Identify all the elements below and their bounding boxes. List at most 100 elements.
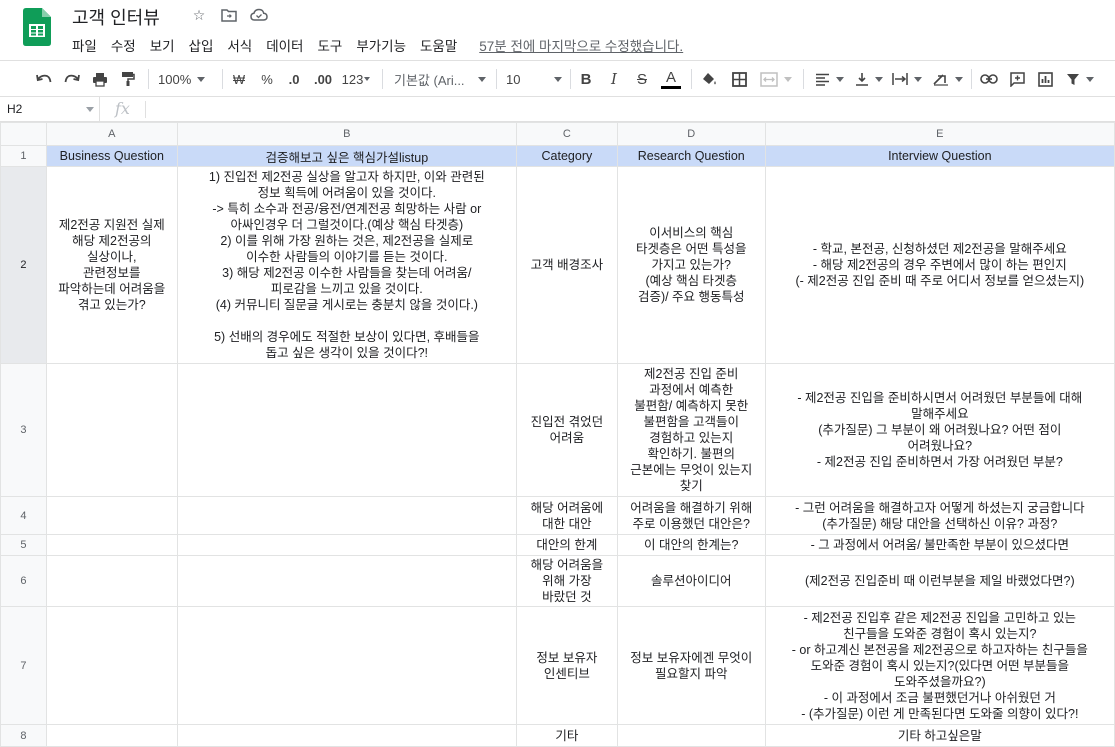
cell-c3[interactable]: 진입전 겪었던 어려움	[515, 363, 618, 497]
decrease-decimal-button[interactable]: .0	[282, 67, 306, 91]
font-family-select[interactable]: 기본값 (Ari...	[394, 67, 486, 91]
cell-d2[interactable]: 이서비스의 핵심 타겟층은 어떤 특성을 가지고 있는가? (예상 핵심 타겟층 검증)…	[616, 166, 766, 364]
cell-c8[interactable]: 기타	[515, 724, 618, 747]
bold-button[interactable]: B	[575, 67, 597, 91]
insert-chart-icon[interactable]	[1034, 67, 1056, 91]
font-size-select[interactable]: 10	[506, 67, 562, 91]
cell-d6[interactable]: 솔루션아이디어	[616, 555, 766, 607]
column-header-e[interactable]: E	[764, 122, 1115, 146]
zoom-select[interactable]: 100%	[158, 67, 214, 91]
cell-a8[interactable]	[45, 724, 178, 747]
cell-c4[interactable]: 해당 어려움에 대한 대안	[515, 496, 618, 535]
cell-a5[interactable]	[45, 534, 178, 556]
merge-cells-icon[interactable]	[756, 67, 796, 91]
text-rotation-icon[interactable]	[928, 67, 966, 91]
row-header-2[interactable]: 2	[0, 166, 47, 364]
menu-data[interactable]: 데이터	[266, 35, 303, 55]
star-icon[interactable]: ☆	[190, 6, 208, 24]
cell-b1[interactable]: 검증해보고 싶은 핵심가설listup	[176, 145, 517, 167]
menu-edit[interactable]: 수정	[111, 35, 136, 55]
cell-e2[interactable]: - 학교, 본전공, 신청하셨던 제2전공을 말해주세요 - 해당 제2전공의 경…	[764, 166, 1115, 364]
row-header-8[interactable]: 8	[0, 724, 47, 747]
filter-icon[interactable]	[1062, 67, 1098, 91]
strikethrough-button[interactable]: S	[631, 67, 653, 91]
cell-d8[interactable]	[616, 724, 766, 747]
menu-bar: 파일 수정 보기 삽입 서식 데이터 도구 부가기능 도움말 57분 전에 마지…	[72, 35, 697, 55]
fill-color-icon[interactable]	[698, 67, 720, 91]
cell-a1[interactable]: Business Question	[45, 145, 178, 167]
cell-d3[interactable]: 제2전공 진입 준비 과정에서 예측한 불편함/ 예측하지 못한 불편함을 고객들이 경…	[616, 363, 766, 497]
row-header-3[interactable]: 3	[0, 363, 47, 497]
cell-c6[interactable]: 해당 어려움을 위해 가장 바랐던 것	[515, 555, 618, 607]
column-header-a[interactable]: A	[45, 122, 178, 146]
borders-icon[interactable]	[728, 67, 750, 91]
cell-e1[interactable]: Interview Question	[764, 145, 1115, 167]
cell-b4[interactable]	[176, 496, 517, 535]
cell-c7[interactable]: 정보 보유자 인센티브	[515, 606, 618, 725]
cell-a4[interactable]	[45, 496, 178, 535]
menu-addons[interactable]: 부가기능	[356, 35, 406, 55]
cell-b5[interactable]	[176, 534, 517, 556]
menu-file[interactable]: 파일	[72, 35, 97, 55]
row-header-1[interactable]: 1	[0, 145, 47, 167]
menu-view[interactable]: 보기	[150, 35, 175, 55]
menu-format[interactable]: 서식	[227, 35, 252, 55]
cell-a2[interactable]: 제2전공 지원전 실제 해당 제2전공의 실상이나, 관련정보를 파악하는데 어려움을 겪…	[45, 166, 178, 364]
text-color-button[interactable]: A	[659, 67, 683, 91]
insert-comment-icon[interactable]	[1006, 67, 1028, 91]
cell-a7[interactable]	[45, 606, 178, 725]
cell-e7[interactable]: - 제2전공 진입후 같은 제2전공 진입을 고민하고 있는 친구들을 도와준 경…	[764, 606, 1115, 725]
cloud-status-icon[interactable]	[250, 6, 268, 24]
cell-d7[interactable]: 정보 보유자에겐 무엇이 필요할지 파악	[616, 606, 766, 725]
print-icon[interactable]	[89, 67, 111, 91]
more-formats-button[interactable]: 123	[340, 67, 372, 91]
formula-input[interactable]	[152, 97, 1102, 121]
cell-e6[interactable]: (제2전공 진입준비 때 이런부분을 제일 바랬었다면?)	[764, 555, 1115, 607]
cell-d5[interactable]: 이 대안의 한계는?	[616, 534, 766, 556]
cell-c5[interactable]: 대안의 한계	[515, 534, 618, 556]
menu-tools[interactable]: 도구	[317, 35, 342, 55]
column-header-b[interactable]: B	[176, 122, 517, 146]
redo-icon[interactable]	[61, 67, 83, 91]
cell-b2[interactable]: 1) 진입전 제2전공 실상을 알고자 하지만, 이와 관련된 정보 획득에 어려…	[176, 166, 517, 364]
cell-e3[interactable]: - 제2전공 진입을 준비하시면서 어려웠던 부분들에 대해 말해주세요 (추가질문…	[764, 363, 1115, 497]
last-edit-link[interactable]: 57분 전에 마지막으로 수정했습니다.	[479, 35, 683, 55]
italic-button[interactable]: I	[603, 67, 625, 91]
cell-c2[interactable]: 고객 배경조사	[515, 166, 618, 364]
move-to-folder-icon[interactable]	[220, 6, 238, 24]
text-wrap-icon[interactable]	[890, 67, 924, 91]
increase-decimal-button[interactable]: .00	[310, 67, 336, 91]
column-header-c[interactable]: C	[515, 122, 618, 146]
column-header-d[interactable]: D	[616, 122, 766, 146]
undo-icon[interactable]	[33, 67, 55, 91]
cell-a6[interactable]	[45, 555, 178, 607]
row-header-4[interactable]: 4	[0, 496, 47, 535]
cell-e4[interactable]: - 그런 어려움을 해결하고자 어떻게 하셨는지 궁금합니다 (추가질문) 해당 …	[764, 496, 1115, 535]
cell-b6[interactable]	[176, 555, 517, 607]
cell-d1[interactable]: Research Question	[616, 145, 766, 167]
cell-b8[interactable]	[176, 724, 517, 747]
cell-a3[interactable]	[45, 363, 178, 497]
vertical-align-icon[interactable]	[852, 67, 886, 91]
currency-format-button[interactable]: ₩	[228, 67, 250, 91]
menu-help[interactable]: 도움말	[420, 35, 457, 55]
cell-c1[interactable]: Category	[515, 145, 618, 167]
paint-format-icon[interactable]	[117, 67, 139, 91]
row-header-6[interactable]: 6	[0, 555, 47, 607]
row-header-5[interactable]: 5	[0, 534, 47, 556]
horizontal-align-icon[interactable]	[812, 67, 846, 91]
cell-b7[interactable]	[176, 606, 517, 725]
menu-insert[interactable]: 삽입	[189, 35, 214, 55]
table-row: 8 기타 기타 하고싶은말	[0, 724, 1115, 747]
percent-format-button[interactable]: %	[256, 67, 278, 91]
document-title[interactable]: 고객 인터뷰	[72, 4, 160, 30]
cell-d4[interactable]: 어려움을 해결하기 위해 주로 이용했던 대안은?	[616, 496, 766, 535]
cell-e8[interactable]: 기타 하고싶은말	[764, 724, 1115, 747]
sheets-logo-icon[interactable]	[23, 8, 51, 46]
cell-b3[interactable]	[176, 363, 517, 497]
insert-link-icon[interactable]	[978, 67, 1000, 91]
cell-e5[interactable]: - 그 과정에서 어려움/ 불만족한 부분이 있으셨다면	[764, 534, 1115, 556]
name-box[interactable]: H2	[0, 97, 100, 121]
select-all-corner[interactable]	[0, 122, 47, 146]
row-header-7[interactable]: 7	[0, 606, 47, 725]
